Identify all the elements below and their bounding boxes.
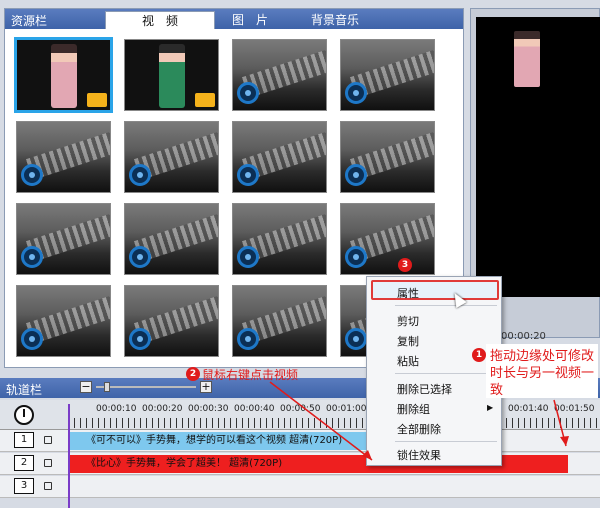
tab-image[interactable]: 图 片: [220, 11, 280, 29]
tab-video[interactable]: 视 频: [105, 11, 215, 29]
video-camera-icon: [87, 93, 107, 107]
timeline-ruler[interactable]: 00:00:10 00:00:20 00:00:30 00:00:40 00:0…: [0, 400, 600, 430]
zoom-slider-thumb[interactable]: [104, 382, 110, 392]
step-1-badge: 1: [472, 348, 486, 362]
track-number: 2: [14, 455, 34, 471]
menu-separator: [395, 373, 497, 374]
media-thumbnail[interactable]: [16, 203, 111, 275]
submenu-arrow-icon: ▶: [487, 403, 494, 412]
film-reel-icon: [345, 164, 367, 186]
media-thumbnail[interactable]: [124, 203, 219, 275]
ruler-label: 00:01:00: [326, 404, 367, 414]
track-panel-title: 轨道栏: [6, 383, 43, 397]
film-reel-icon: [21, 246, 43, 268]
menu-item-delete-selected[interactable]: 删除已选择: [397, 381, 452, 397]
step-2-badge: 2: [186, 367, 200, 381]
zoom-out-button[interactable]: −: [80, 381, 92, 393]
preview-screen: [476, 17, 600, 297]
film-reel-icon: [21, 328, 43, 350]
film-reel-icon: [237, 246, 259, 268]
video-frame-image: [159, 44, 185, 108]
media-thumbnail[interactable]: [232, 121, 327, 193]
film-reel-icon: [345, 328, 367, 350]
lock-icon[interactable]: [44, 459, 52, 467]
media-thumbnail[interactable]: [340, 121, 435, 193]
menu-item-paste[interactable]: 粘贴: [397, 353, 419, 369]
track-number: 3: [14, 478, 34, 494]
ruler-label: 00:00:50: [280, 404, 321, 414]
media-thumbnail[interactable]: [16, 285, 111, 357]
media-thumbnail[interactable]: [14, 37, 113, 113]
step-3-badge: 3: [398, 258, 412, 272]
media-thumbnail[interactable]: [124, 39, 219, 111]
media-thumbnail[interactable]: [16, 121, 111, 193]
menu-item-cut[interactable]: 剪切: [397, 313, 419, 329]
media-thumbnail[interactable]: [124, 285, 219, 357]
ruler-label: 00:00:20: [142, 404, 183, 414]
film-reel-icon: [237, 164, 259, 186]
annotation-2-text: 鼠标右键点击视频: [202, 368, 299, 382]
resource-panel-title: 资源栏: [11, 14, 48, 28]
menu-item-properties[interactable]: 属性: [397, 285, 419, 301]
ruler-label: 00:00:40: [234, 404, 275, 414]
media-thumbnail[interactable]: [340, 39, 435, 111]
ruler-label: 00:01:50: [554, 404, 595, 414]
lock-icon[interactable]: [44, 482, 52, 490]
video-camera-icon: [195, 93, 215, 107]
film-reel-icon: [129, 164, 151, 186]
film-reel-icon: [237, 328, 259, 350]
menu-item-lock-effect[interactable]: 锁住效果: [397, 447, 441, 463]
resource-panel-header: 资源栏 视 频 图 片 背景音乐: [5, 9, 463, 29]
film-reel-icon: [237, 82, 259, 104]
menu-item-copy[interactable]: 复制: [397, 333, 419, 349]
track-row-2: 2 《比心》手势舞，学会了超美！ 超清(720P): [0, 453, 600, 475]
context-menu: 属性 剪切 复制 粘贴 删除已选择 删除组 ▶ 全部删除 锁住效果: [366, 276, 502, 466]
preview-time: 00:00:20: [501, 331, 546, 342]
film-reel-icon: [345, 82, 367, 104]
film-reel-icon: [129, 246, 151, 268]
lock-icon[interactable]: [44, 436, 52, 444]
clock-icon: [14, 405, 34, 425]
playhead[interactable]: [68, 404, 70, 508]
menu-separator: [395, 305, 497, 306]
ruler-label: 00:01:40: [508, 404, 549, 414]
media-thumbnail[interactable]: [232, 39, 327, 111]
menu-item-highlight: [371, 280, 499, 300]
track-number: 1: [14, 432, 34, 448]
preview-frame-image: [514, 31, 540, 87]
film-reel-icon: [345, 246, 367, 268]
menu-item-delete-all[interactable]: 全部删除: [397, 421, 441, 437]
video-frame-image: [51, 44, 77, 108]
ruler-ticks: [68, 418, 600, 428]
ruler-label: 00:00:30: [188, 404, 229, 414]
track-row-3: 3: [0, 476, 600, 498]
menu-separator: [395, 441, 497, 442]
film-reel-icon: [21, 164, 43, 186]
video-clip-1[interactable]: 《可不可以》手势舞，想学的可以看这个视频 超清(720P): [68, 432, 368, 450]
annotation-1-text: 拖动边缘处可修改时长与另一视频一致: [490, 349, 595, 398]
track-row-1: 1 《可不可以》手势舞，想学的可以看这个视频 超清(720P): [0, 430, 600, 452]
zoom-slider[interactable]: [96, 386, 196, 388]
ruler-label: 00:00:10: [96, 404, 137, 414]
film-reel-icon: [129, 328, 151, 350]
tab-music[interactable]: 背景音乐: [290, 11, 380, 29]
media-thumbnail[interactable]: [232, 203, 327, 275]
media-thumbnail[interactable]: [124, 121, 219, 193]
media-thumbnail[interactable]: [340, 203, 435, 275]
menu-item-delete-group[interactable]: 删除组: [397, 401, 430, 417]
media-thumbnail[interactable]: [232, 285, 327, 357]
